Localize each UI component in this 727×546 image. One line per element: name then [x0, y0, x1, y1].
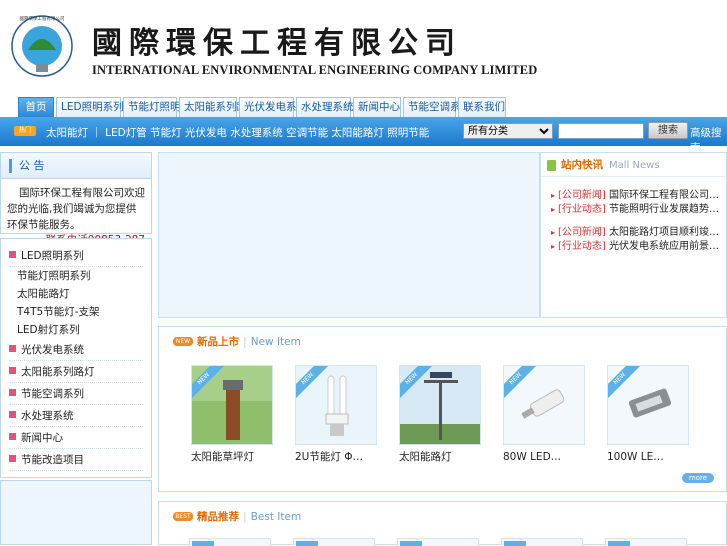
tab-contact[interactable]: 联系我们: [458, 97, 506, 117]
news-box: 站内快讯 Mall News ▸ [公司新闻] 国际环保工程有限公司… ▸ [行业动态…: [540, 152, 727, 318]
banner-area[interactable]: [158, 152, 540, 318]
tab-news[interactable]: 新闻中心: [353, 97, 401, 117]
search-bar: 热门 太阳能灯 ｜ LED灯管 节能灯 光伏发电 水处理系统 空调节能 太阳能路…: [0, 117, 727, 154]
plus-icon: [9, 345, 16, 352]
new-items-header: NEW 新品上市 | New Item: [159, 327, 726, 357]
plus-icon: [9, 367, 16, 374]
news-header: 站内快讯 Mall News: [541, 153, 726, 177]
subcategory-item[interactable]: 太阳能路灯: [9, 285, 143, 303]
plus-icon: [9, 389, 16, 396]
arrow-icon: ▸: [551, 228, 556, 237]
tab-led-lighting[interactable]: LED照明系列: [56, 97, 124, 117]
plus-icon: [9, 455, 16, 462]
hot-search-terms[interactable]: 太阳能灯 ｜ LED灯管 节能灯 光伏发电 水处理系统 空调节能 太阳能路灯 照…: [46, 125, 429, 140]
arrow-icon: ▸: [551, 242, 556, 251]
tab-home[interactable]: 首页: [18, 97, 54, 117]
plus-icon: [9, 411, 16, 418]
subcategory-item[interactable]: T4T5节能灯-支架: [9, 303, 143, 321]
tab-air-conditioning[interactable]: 节能空调系列: [403, 97, 471, 117]
product-image[interactable]: NEW: [295, 365, 377, 445]
news-item[interactable]: ▸ [行业动态] 光伏发电系统应用前景…: [551, 240, 726, 254]
tab-photovoltaic[interactable]: 光伏发电系统: [239, 97, 307, 117]
category-item[interactable]: 光伏发电系统: [9, 339, 143, 361]
plus-icon: [9, 251, 16, 258]
news-item[interactable]: ▸ [行业动态] 节能照明行业发展趋势…: [551, 203, 726, 217]
product-image[interactable]: NEW: [191, 365, 273, 445]
search-button[interactable]: 搜索: [648, 122, 688, 139]
company-name-english: INTERNATIONAL ENVIRONMENTAL ENGINEERING …: [92, 63, 538, 77]
category-item[interactable]: 节能改造项目: [9, 449, 143, 471]
subcategory-item[interactable]: LED射灯系列: [9, 321, 143, 339]
product-name[interactable]: 2U节能灯 Φ…: [295, 450, 377, 464]
category-item[interactable]: LED照明系列: [9, 245, 143, 267]
news-list: ▸ [公司新闻] 国际环保工程有限公司… ▸ [行业动态] 节能照明行业发展趋势… …: [541, 177, 726, 254]
search-input[interactable]: [558, 123, 644, 139]
new-items-title-en: New Item: [250, 336, 301, 348]
category-item[interactable]: 太阳能系列路灯: [9, 361, 143, 383]
hot-badge: 热门: [14, 126, 36, 136]
news-title: 站内快讯: [561, 159, 603, 171]
news-item[interactable]: ▸ [公司新闻] 国际环保工程有限公司…: [551, 189, 726, 203]
notice-box: 公 告 国际环保工程有限公司欢迎您的光临,我们竭诚为您提供环保节能服务。 联系电…: [0, 152, 152, 246]
svg-text:國際環保工程有限公司: 國際環保工程有限公司: [20, 15, 65, 22]
tab-solar-street-lights[interactable]: 太阳能系列路灯: [179, 97, 258, 117]
new-items-title: 新品上市: [197, 336, 239, 348]
product-image[interactable]: NEW: [607, 365, 689, 445]
product-card[interactable]: NEW 太阳能草坪灯: [191, 365, 273, 464]
plus-icon: [9, 433, 16, 440]
news-gap: [551, 217, 726, 226]
main-nav: 首页 LED照明系列 节能灯照明系列 太阳能系列路灯 光伏发电系统 水处理系统 …: [18, 97, 506, 117]
header: 國際環保工程有限公司 國際環保工程有限公司 INTERNATIONAL ENVI…: [0, 0, 727, 117]
subcategory-item[interactable]: 节能灯照明系列: [9, 267, 143, 285]
category-menu: LED照明系列 节能灯照明系列 太阳能路灯 T4T5节能灯-支架 LED射灯系列…: [0, 238, 152, 478]
advanced-search-link[interactable]: 高级搜索: [690, 125, 727, 155]
best-badge: BEST: [173, 512, 193, 521]
notice-text: 国际环保工程有限公司欢迎您的光临,我们竭诚为您提供环保节能服务。: [7, 187, 145, 231]
arrow-icon: ▸: [551, 205, 556, 214]
sidebar-footer-box: [0, 480, 152, 545]
recommended-panel: BEST 精品推荐 | Best Item: [158, 501, 727, 546]
product-name[interactable]: 80W LED…: [503, 450, 585, 464]
product-card[interactable]: NEW 80W LED…: [503, 365, 585, 464]
company-logo[interactable]: 國際環保工程有限公司: [10, 12, 74, 82]
news-title-en: Mall News: [609, 160, 660, 171]
tab-energy-saving-lamps[interactable]: 节能灯照明系列: [123, 97, 202, 117]
product-card[interactable]: NEW 太阳能路灯: [399, 365, 481, 464]
product-name[interactable]: 100W LE…: [607, 450, 689, 464]
recommended-title: 精品推荐: [197, 511, 239, 523]
recommended-header: BEST 精品推荐 | Best Item: [159, 502, 726, 532]
product-card[interactable]: NEW 100W LE…: [607, 365, 689, 464]
product-image[interactable]: NEW: [503, 365, 585, 445]
news-item[interactable]: ▸ [公司新闻] 太阳能路灯项目顺利竣…: [551, 226, 726, 240]
product-card[interactable]: NEW 2U节能灯 Φ…: [295, 365, 377, 464]
category-item[interactable]: 水处理系统: [9, 405, 143, 427]
product-name[interactable]: 太阳能路灯: [399, 450, 481, 464]
category-item[interactable]: 节能空调系列: [9, 383, 143, 405]
arrow-icon: ▸: [551, 191, 556, 200]
product-name[interactable]: 太阳能草坪灯: [191, 450, 273, 464]
tab-water-treatment[interactable]: 水处理系统: [296, 97, 354, 117]
new-badge: NEW: [173, 337, 193, 346]
company-name-chinese: 國際環保工程有限公司: [92, 26, 462, 61]
new-items-panel: NEW 新品上市 | New Item NEW 太阳能草坪灯 NEW 2U节能灯 Φ…: [158, 326, 727, 492]
news-icon: [547, 160, 556, 171]
more-button[interactable]: more: [682, 473, 714, 483]
product-image[interactable]: NEW: [399, 365, 481, 445]
recommended-title-en: Best Item: [250, 511, 302, 523]
category-select[interactable]: 所有分类: [463, 123, 553, 139]
category-item[interactable]: 新闻中心: [9, 427, 143, 449]
notice-title: 公 告: [1, 153, 151, 179]
